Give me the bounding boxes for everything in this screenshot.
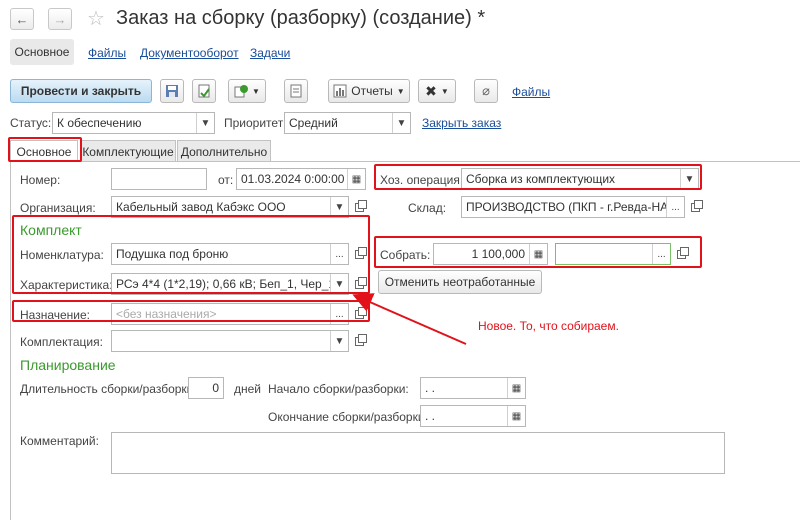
annotation-arrow [352, 293, 467, 345]
annotation-text: Новое. То, что собираем. [478, 319, 619, 333]
